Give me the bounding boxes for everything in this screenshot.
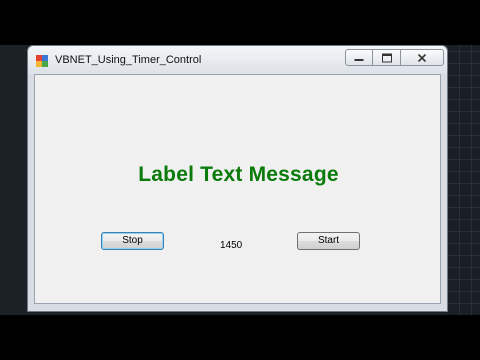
message-label: Label Text Message	[138, 163, 339, 186]
maximize-icon	[381, 53, 392, 62]
caption-buttons	[345, 49, 444, 67]
maximize-button[interactable]	[373, 49, 401, 66]
app-window: VBNET_Using_Timer_Control Label Text Mes…	[27, 45, 448, 312]
window-title: VBNET_Using_Timer_Control	[55, 54, 202, 66]
title-bar[interactable]: VBNET_Using_Timer_Control	[28, 46, 447, 74]
close-button[interactable]	[401, 49, 444, 66]
stop-button[interactable]: Stop	[101, 232, 164, 250]
close-icon	[417, 53, 427, 62]
minimize-icon	[354, 58, 364, 61]
form-client-area: Label Text Message Stop 1450 Start	[34, 74, 441, 304]
timer-counter-label: 1450	[220, 240, 243, 251]
winforms-app-icon	[36, 55, 48, 67]
minimize-button[interactable]	[345, 49, 373, 66]
desktop-grid-pattern	[448, 45, 480, 315]
start-button[interactable]: Start	[297, 232, 360, 250]
